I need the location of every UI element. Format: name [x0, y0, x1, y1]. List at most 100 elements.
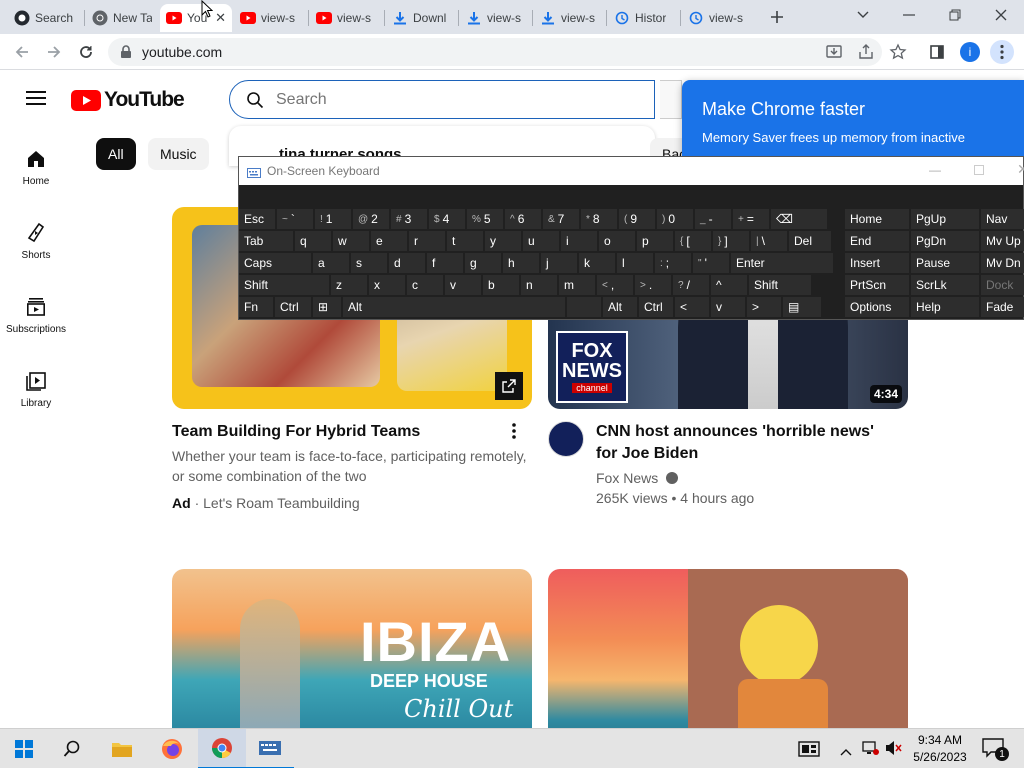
osk-key[interactable]: Del: [789, 231, 831, 251]
osk-key[interactable]: e: [371, 231, 407, 251]
taskbar-file-explorer[interactable]: [98, 729, 146, 768]
side-panel-icon[interactable]: [925, 40, 949, 64]
osk-key[interactable]: {[: [675, 231, 711, 251]
osk-key[interactable]: x: [369, 275, 405, 295]
address-bar[interactable]: youtube.com: [108, 38, 907, 66]
osk-key[interactable]: & 7: [543, 209, 579, 229]
osk-key[interactable]: i: [561, 231, 597, 251]
osk-minimize-icon[interactable]: —: [929, 163, 941, 177]
close-window-button[interactable]: [978, 0, 1024, 30]
osk-titlebar[interactable]: On-Screen Keyboard — ✕: [239, 157, 1024, 185]
osk-key[interactable]: m: [559, 275, 595, 295]
external-link-icon[interactable]: [495, 372, 523, 400]
osk-nav-key[interactable]: Dock: [981, 275, 1024, 295]
osk-nav-key[interactable]: Insert: [845, 253, 909, 273]
osk-nav-key[interactable]: PrtScn: [845, 275, 909, 295]
osk-key[interactable]: v: [445, 275, 481, 295]
sidebar-item-home[interactable]: Home: [0, 148, 72, 187]
osk-key[interactable]: <: [675, 297, 709, 317]
browser-tab[interactable]: YouTube✕: [160, 4, 232, 32]
osk-key[interactable]: y: [485, 231, 521, 251]
osk-nav-key[interactable]: Mv Up: [981, 231, 1024, 251]
osk-key[interactable]: Fn: [239, 297, 273, 317]
volume-muted-icon[interactable]: [884, 740, 902, 761]
restore-button[interactable]: [932, 0, 978, 30]
minimize-button[interactable]: [886, 0, 932, 30]
sidebar-item-library[interactable]: Library: [0, 370, 72, 409]
osk-nav-key[interactable]: PgDn: [911, 231, 979, 251]
osk-key[interactable]: Alt: [343, 297, 565, 317]
osk-key[interactable]: Enter: [731, 253, 833, 273]
osk-key[interactable]: u: [523, 231, 559, 251]
sidebar-item-subscriptions[interactable]: Subscriptions: [0, 296, 72, 335]
osk-key[interactable]: _ -: [695, 209, 731, 229]
back-button[interactable]: [10, 40, 34, 64]
osk-key[interactable]: [567, 297, 601, 317]
osk-key[interactable]: z: [331, 275, 367, 295]
osk-key[interactable]: Shift: [239, 275, 329, 295]
osk-close-icon[interactable]: ✕: [1017, 161, 1024, 178]
osk-key[interactable]: r: [409, 231, 445, 251]
browser-tab[interactable]: Search: [8, 4, 80, 32]
taskbar-firefox[interactable]: [148, 729, 196, 768]
osk-nav-key[interactable]: ScrLk: [911, 275, 979, 295]
taskbar-onscreen-keyboard[interactable]: [246, 729, 294, 768]
osk-key[interactable]: #3: [391, 209, 427, 229]
browser-tab[interactable]: view-s: [682, 4, 754, 32]
osk-key[interactable]: Esc: [239, 209, 275, 229]
osk-nav-key[interactable]: Mv Dn: [981, 253, 1024, 273]
chip-all[interactable]: All: [96, 138, 136, 170]
osk-key[interactable]: + =: [733, 209, 769, 229]
search-box[interactable]: [229, 80, 655, 119]
osk-key[interactable]: @2: [353, 209, 389, 229]
osk-key[interactable]: t: [447, 231, 483, 251]
hamburger-menu-icon[interactable]: [26, 90, 46, 111]
video-title[interactable]: Team Building For Hybrid Teams: [172, 421, 502, 443]
osk-nav-key[interactable]: PgUp: [911, 209, 979, 229]
osk-nav-key[interactable]: Pause: [911, 253, 979, 273]
osk-key[interactable]: b: [483, 275, 519, 295]
osk-key[interactable]: Shift: [749, 275, 811, 295]
browser-tab[interactable]: New Tab: [86, 4, 158, 32]
osk-key[interactable]: c: [407, 275, 443, 295]
channel-name[interactable]: Fox News: [596, 470, 658, 486]
system-clock[interactable]: 9:34 AM 5/26/2023: [908, 732, 972, 766]
taskbar-chrome[interactable]: [198, 729, 246, 768]
osk-key[interactable]: | \: [751, 231, 787, 251]
osk-key[interactable]: <,: [597, 275, 633, 295]
osk-key[interactable]: v: [711, 297, 745, 317]
osk-key[interactable]: f: [427, 253, 463, 273]
browser-tab[interactable]: view-s: [534, 4, 606, 32]
browser-tab[interactable]: Histor: [608, 4, 680, 32]
reload-button[interactable]: [74, 40, 98, 64]
osk-key[interactable]: g: [465, 253, 501, 273]
chrome-menu-button[interactable]: [990, 40, 1014, 64]
osk-key[interactable]: d: [389, 253, 425, 273]
osk-key[interactable]: Ctrl: [275, 297, 311, 317]
osk-key[interactable]: k: [579, 253, 615, 273]
taskbar-search-button[interactable]: [48, 729, 96, 768]
osk-key[interactable]: " ': [693, 253, 729, 273]
video-thumbnail-ibiza[interactable]: IBIZA DEEP HOUSE Chill Out: [172, 569, 532, 728]
notification-center-icon[interactable]: 1: [982, 738, 1009, 763]
osk-key[interactable]: q: [295, 231, 331, 251]
install-app-icon[interactable]: [825, 43, 843, 66]
osk-nav-key[interactable]: Home: [845, 209, 909, 229]
osk-nav-key[interactable]: End: [845, 231, 909, 251]
osk-key[interactable]: Ctrl: [639, 297, 673, 317]
osk-key[interactable]: a: [313, 253, 349, 273]
close-tab-icon[interactable]: ✕: [215, 10, 226, 26]
osk-nav-key[interactable]: Nav: [981, 209, 1024, 229]
osk-key[interactable]: (9: [619, 209, 655, 229]
osk-key[interactable]: >.: [635, 275, 671, 295]
osk-key[interactable]: ) 0: [657, 209, 693, 229]
chip-music[interactable]: Music: [148, 138, 209, 170]
osk-key[interactable]: j: [541, 253, 577, 273]
osk-key[interactable]: $4: [429, 209, 465, 229]
osk-key[interactable]: n: [521, 275, 557, 295]
video-thumbnail-lofi[interactable]: [548, 569, 908, 728]
osk-key[interactable]: Alt: [603, 297, 637, 317]
network-icon[interactable]: [862, 740, 880, 761]
osk-key[interactable]: ^: [711, 275, 747, 295]
osk-key[interactable]: ▤: [783, 297, 821, 317]
